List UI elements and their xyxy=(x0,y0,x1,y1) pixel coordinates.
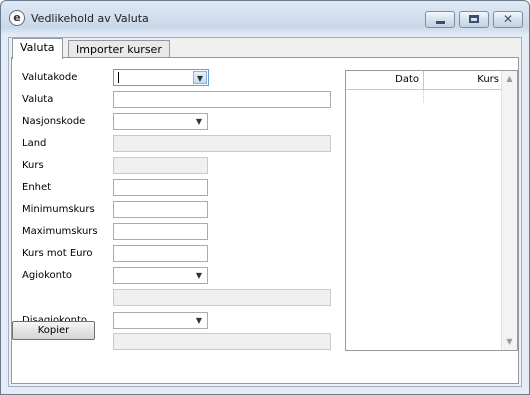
valutakode-label: Valutakode xyxy=(22,72,78,83)
title-bar: e Vedlikehold av Valuta ✕ xyxy=(1,1,529,37)
close-button[interactable]: ✕ xyxy=(493,11,523,28)
nasjonskode-combobox[interactable]: ▼ xyxy=(113,113,208,130)
grid-header: Dato Kurs xyxy=(346,71,503,90)
nasjonskode-label: Nasjonskode xyxy=(22,116,86,127)
valutakode-combobox[interactable]: ▼ xyxy=(113,69,209,86)
disagiokonto-combobox[interactable]: ▼ xyxy=(113,312,208,329)
app-icon: e xyxy=(9,10,25,26)
agiokonto-description-field xyxy=(113,289,331,306)
chevron-down-icon[interactable]: ▼ xyxy=(192,314,206,327)
column-header-kurs[interactable]: Kurs xyxy=(424,71,503,89)
enhet-label: Enhet xyxy=(22,182,52,193)
minimumskurs-label: Minimumskurs xyxy=(22,204,95,215)
window-title: Vedlikehold av Valuta xyxy=(31,12,149,25)
disagiokonto-description-field xyxy=(113,333,331,350)
minimize-button[interactable] xyxy=(425,11,455,28)
minimumskurs-input[interactable] xyxy=(113,201,208,218)
chevron-down-icon[interactable]: ▼ xyxy=(193,71,207,84)
tab-strip: Valuta Importer kurser xyxy=(9,38,521,59)
tab-importer-kurser[interactable]: Importer kurser xyxy=(68,40,170,58)
minimize-icon xyxy=(436,21,445,24)
vertical-scrollbar[interactable]: ▲ ▼ xyxy=(501,71,517,350)
chevron-down-icon[interactable]: ▼ xyxy=(192,269,206,282)
valuta-input[interactable] xyxy=(113,91,331,108)
kurs-history-grid[interactable]: Dato Kurs ▲ ▼ xyxy=(345,70,518,351)
land-label: Land xyxy=(22,138,47,149)
agiokonto-label: Agiokonto xyxy=(22,270,73,281)
tab-valuta[interactable]: Valuta xyxy=(12,38,63,59)
agiokonto-combobox[interactable]: ▼ xyxy=(113,267,208,284)
kurs-mot-euro-input[interactable] xyxy=(113,245,208,262)
kurs-label: Kurs xyxy=(22,160,44,171)
maximumskurs-label: Maximumskurs xyxy=(22,226,98,237)
close-icon: ✕ xyxy=(502,12,514,26)
maximize-button[interactable] xyxy=(459,11,489,28)
column-divider xyxy=(423,90,424,103)
text-caret xyxy=(118,72,119,83)
valuta-label: Valuta xyxy=(22,94,54,105)
chevron-down-icon[interactable]: ▼ xyxy=(192,115,206,128)
maximumskurs-input[interactable] xyxy=(113,223,208,240)
scroll-up-icon[interactable]: ▲ xyxy=(502,71,517,87)
kurs-field xyxy=(113,157,208,174)
maximize-icon xyxy=(469,15,479,23)
land-field xyxy=(113,135,331,152)
kurs-mot-euro-label: Kurs mot Euro xyxy=(22,248,93,259)
column-header-dato[interactable]: Dato xyxy=(346,71,424,89)
kopier-button[interactable]: Kopier xyxy=(12,321,95,340)
scroll-down-icon[interactable]: ▼ xyxy=(502,334,517,350)
enhet-input[interactable] xyxy=(113,179,208,196)
